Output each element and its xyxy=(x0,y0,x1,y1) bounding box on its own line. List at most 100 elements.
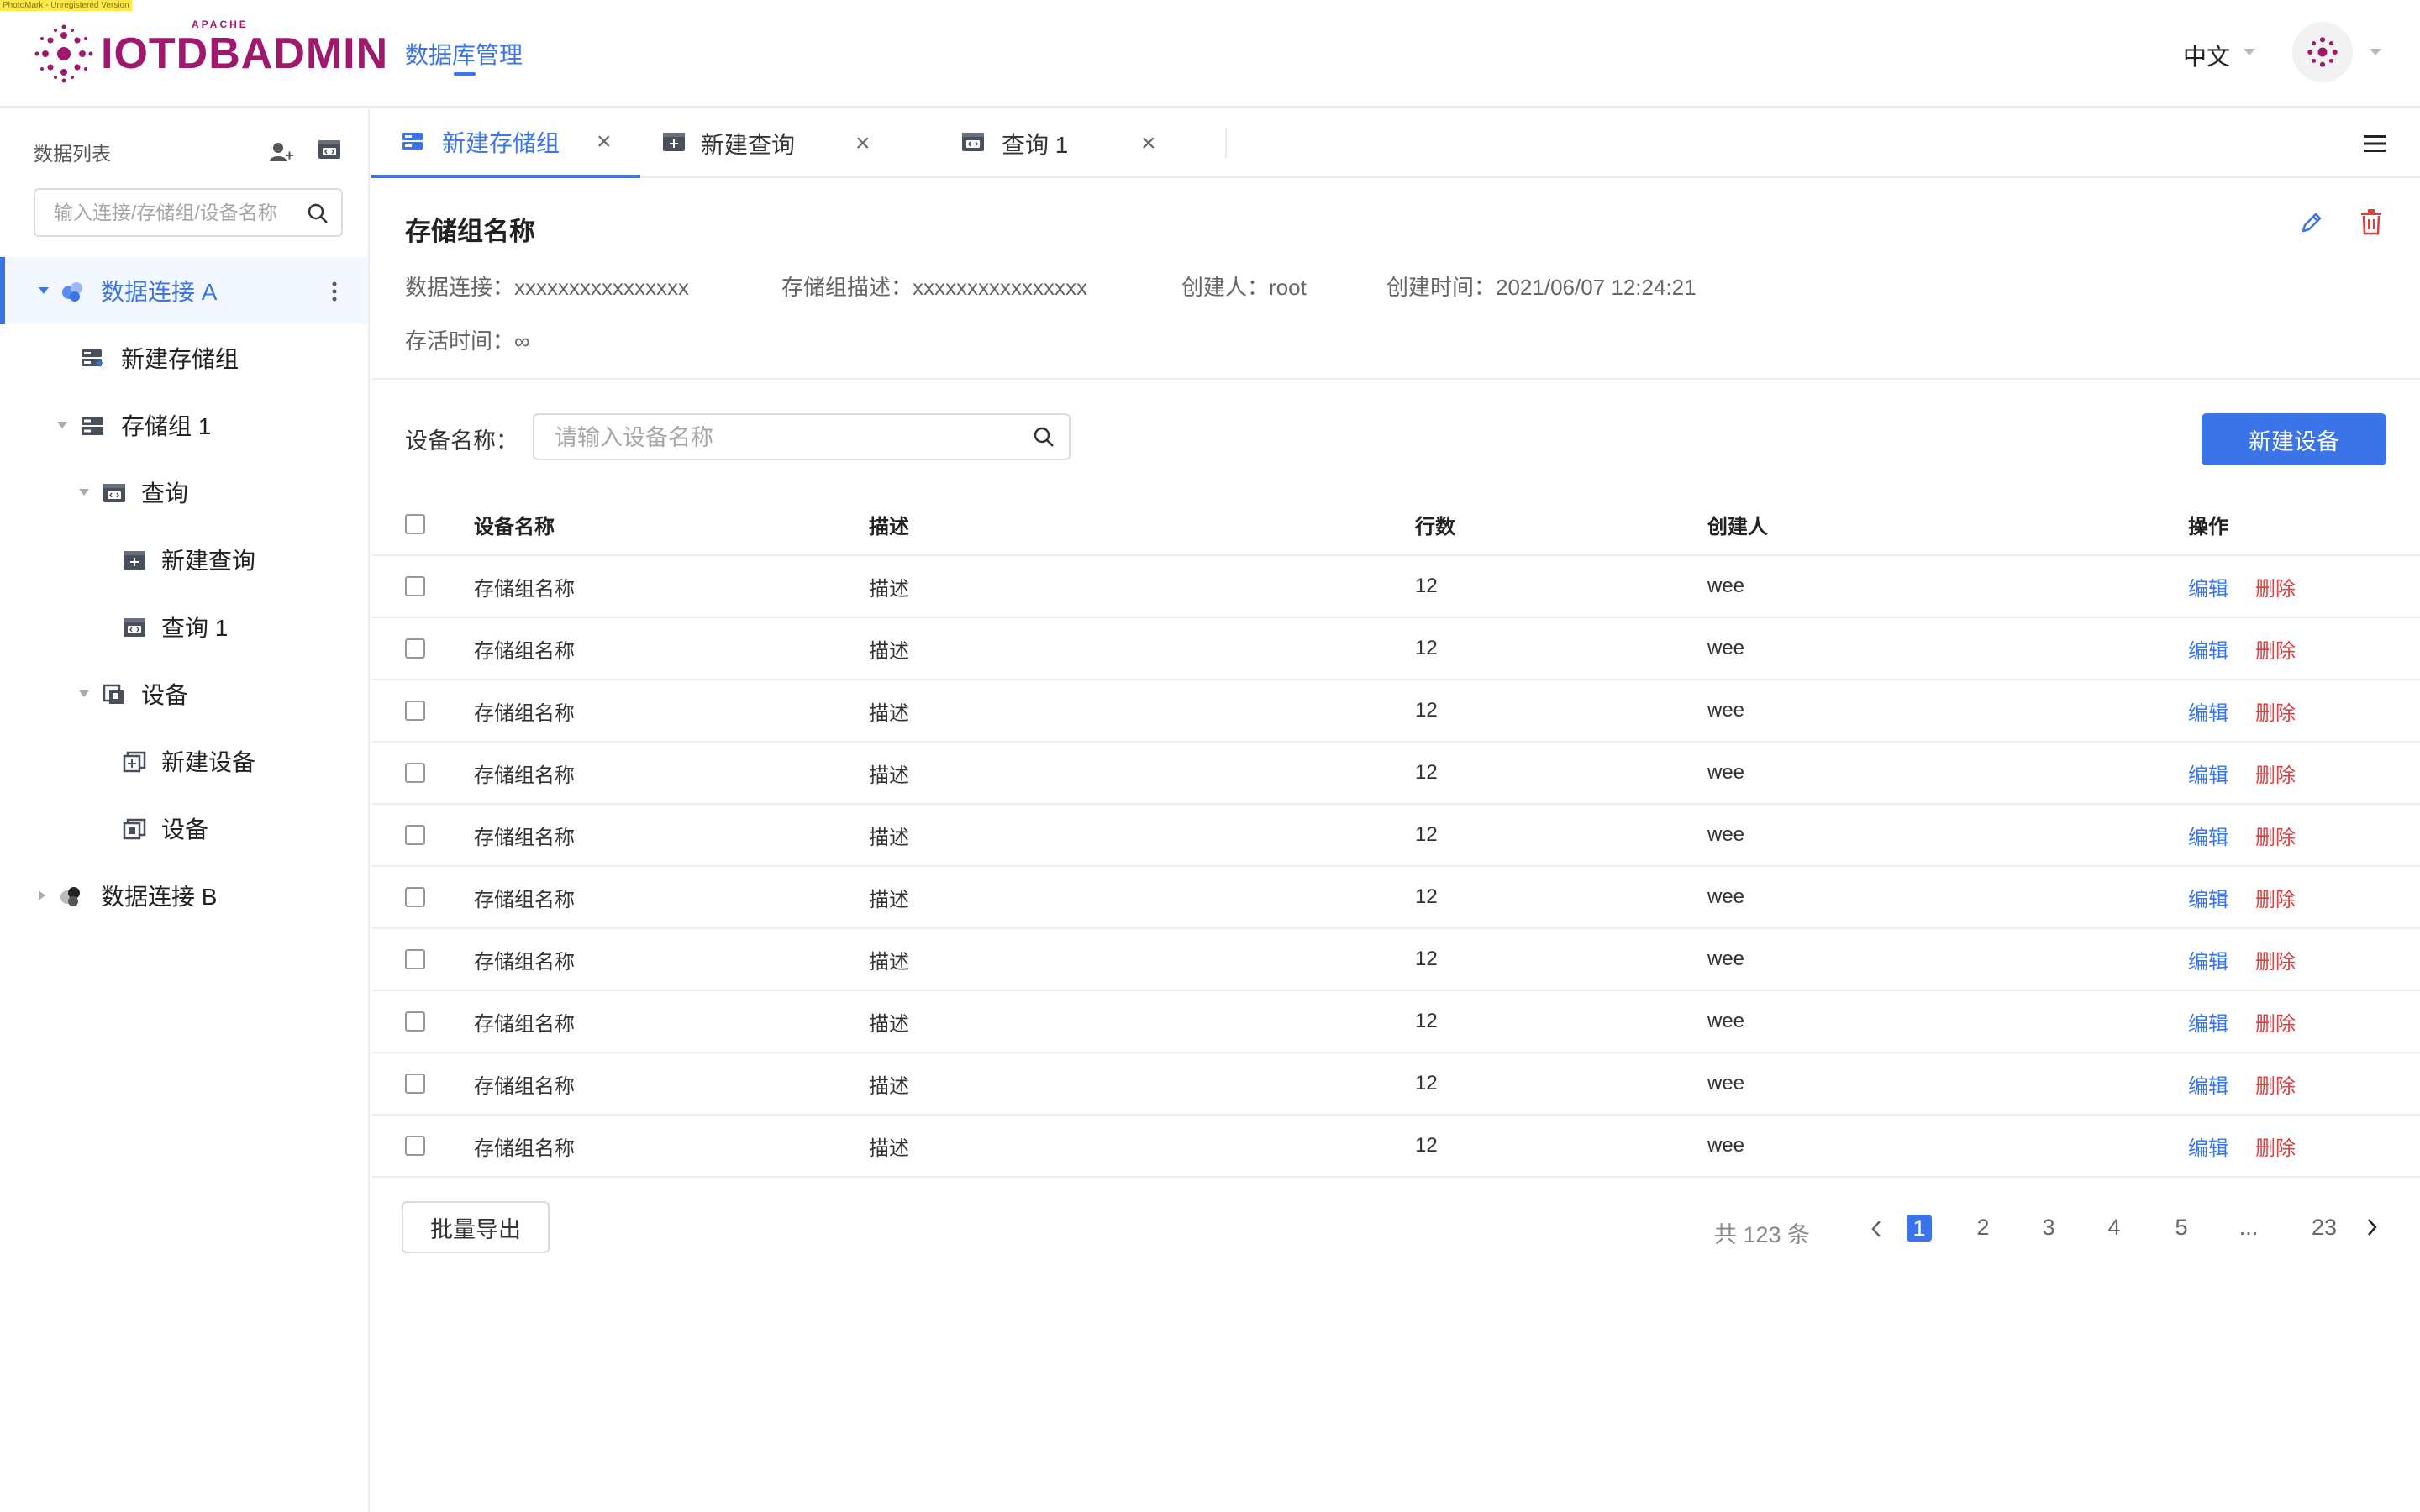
edit-link[interactable]: 编辑 xyxy=(2188,1053,2228,1114)
edit-link[interactable]: 编辑 xyxy=(2188,1116,2228,1176)
row-checkbox[interactable] xyxy=(405,825,425,845)
tab-new-query[interactable]: 新建查询 × xyxy=(640,109,909,178)
new-query-icon xyxy=(124,551,145,570)
tree-item-new-group[interactable]: 新建存储组 xyxy=(0,324,368,391)
device-search-input[interactable] xyxy=(555,425,1025,451)
new-device-button[interactable]: 新建设备 xyxy=(2202,413,2386,465)
page-button[interactable]: 1 xyxy=(1907,1215,1932,1242)
row-checkbox[interactable] xyxy=(405,887,425,907)
page-button[interactable]: 3 xyxy=(2033,1215,2064,1241)
cell-creator: wee xyxy=(1707,1072,1745,1095)
batch-export-button[interactable]: 批量导出 xyxy=(402,1201,550,1253)
sidebar-search-input[interactable] xyxy=(54,202,297,224)
tree-item-new-query[interactable]: 新建查询 xyxy=(0,526,368,593)
select-all-checkbox[interactable] xyxy=(405,514,425,534)
delete-trash-icon[interactable] xyxy=(2360,208,2383,235)
page-button[interactable]: 4 xyxy=(2099,1215,2129,1241)
tree-item-connection-b[interactable]: 数据连接 B xyxy=(0,862,368,929)
user-avatar[interactable] xyxy=(2292,22,2353,82)
chevron-left-icon[interactable] xyxy=(1870,1220,1882,1238)
cell-row-count: 12 xyxy=(1415,948,1438,970)
delete-link[interactable]: 删除 xyxy=(2255,743,2296,803)
tree-item-device-leaf[interactable]: 设备 xyxy=(0,795,368,862)
edit-link[interactable]: 编辑 xyxy=(2188,743,2228,803)
meta-ttl-label: 存活时间： xyxy=(405,328,515,354)
row-checkbox[interactable] xyxy=(405,763,425,783)
table-row: 存储组名称 描述 12 wee 编辑 删除 xyxy=(371,1053,2420,1116)
meta-description: 存储组描述：xxxxxxxxxxxxxxxx xyxy=(781,270,1087,302)
row-checkbox[interactable] xyxy=(405,701,425,721)
edit-link[interactable]: 编辑 xyxy=(2188,929,2228,990)
close-icon[interactable]: × xyxy=(855,131,871,156)
section-divider xyxy=(371,378,2420,380)
language-switcher[interactable]: 中文 xyxy=(2183,39,2230,72)
tree-item-query-1[interactable]: 查询 1 xyxy=(0,593,368,660)
meta-description-value: xxxxxxxxxxxxxxxx xyxy=(913,275,1088,300)
pagination-ellipsis: ... xyxy=(2238,1215,2259,1240)
tree-item-device[interactable]: 设备 xyxy=(0,660,368,727)
page-button[interactable]: 2 xyxy=(1968,1215,1998,1241)
tab-new-storage-group[interactable]: 新建存储组 × xyxy=(371,109,640,178)
row-checkbox[interactable] xyxy=(405,1011,425,1032)
edit-link[interactable]: 编辑 xyxy=(2188,618,2228,679)
edit-link[interactable]: 编辑 xyxy=(2188,556,2228,617)
edit-link[interactable]: 编辑 xyxy=(2188,991,2228,1052)
connection-icon xyxy=(62,282,82,302)
new-query-icon[interactable] xyxy=(316,136,343,163)
page-button[interactable]: 5 xyxy=(2166,1215,2196,1241)
tree-label-query-1: 查询 1 xyxy=(161,615,229,641)
edit-pencil-icon[interactable] xyxy=(2299,210,2324,235)
edit-link[interactable]: 编辑 xyxy=(2188,680,2228,741)
cell-creator: wee xyxy=(1707,823,1745,846)
app-logo[interactable]: APACHE IOTDBADMIN xyxy=(34,18,388,84)
cell-creator: wee xyxy=(1707,637,1745,659)
edit-link[interactable]: 编辑 xyxy=(2188,805,2228,865)
delete-link[interactable]: 删除 xyxy=(2255,680,2296,741)
table-row: 存储组名称 描述 12 wee 编辑 删除 xyxy=(371,618,2420,680)
logo-text: APACHE IOTDBADMIN xyxy=(101,18,388,79)
search-icon[interactable] xyxy=(1032,425,1055,449)
nav-database-management[interactable]: 数据库管理 xyxy=(405,37,523,71)
cell-device-name: 存储组名称 xyxy=(474,1074,575,1098)
caret-down-icon xyxy=(39,287,49,294)
row-checkbox[interactable] xyxy=(405,638,425,659)
meta-creator-label: 创建人： xyxy=(1181,275,1270,300)
delete-link[interactable]: 删除 xyxy=(2255,991,2296,1052)
delete-link[interactable]: 删除 xyxy=(2255,805,2296,865)
close-icon[interactable]: × xyxy=(597,129,612,155)
more-vertical-icon[interactable] xyxy=(331,281,338,302)
cell-creator: wee xyxy=(1707,761,1745,784)
menu-icon[interactable] xyxy=(2363,133,2386,155)
cell-row-count: 12 xyxy=(1415,1010,1438,1032)
edit-link[interactable]: 编辑 xyxy=(2188,867,2228,927)
header-creator: 创建人 xyxy=(1707,515,1768,538)
close-icon[interactable]: × xyxy=(1141,131,1156,156)
tab-query-1[interactable]: 查询 1 × xyxy=(926,109,1212,178)
search-icon[interactable] xyxy=(306,202,329,225)
delete-link[interactable]: 删除 xyxy=(2255,1116,2296,1176)
delete-link[interactable]: 删除 xyxy=(2255,867,2296,927)
meta-connection-value: xxxxxxxxxxxxxxxx xyxy=(514,275,690,300)
row-checkbox[interactable] xyxy=(405,576,425,596)
delete-link[interactable]: 删除 xyxy=(2255,556,2296,617)
tree-item-connection-a[interactable]: 数据连接 A xyxy=(0,257,368,324)
tree-item-group-1[interactable]: 存储组 1 xyxy=(0,391,368,459)
caret-down-icon xyxy=(79,489,89,496)
delete-link[interactable]: 删除 xyxy=(2255,929,2296,990)
chevron-right-icon[interactable] xyxy=(2366,1218,2378,1236)
row-checkbox[interactable] xyxy=(405,949,425,969)
page-button[interactable]: 23 xyxy=(2309,1215,2339,1241)
cell-device-name: 存储组名称 xyxy=(474,764,575,787)
tree-item-query[interactable]: 查询 xyxy=(0,459,368,526)
tab-label: 新建查询 xyxy=(701,132,796,158)
tree-label-device: 设备 xyxy=(141,682,189,708)
tree-item-new-device[interactable]: 新建设备 xyxy=(0,727,368,795)
meta-creator: 创建人：root xyxy=(1181,270,1307,302)
row-checkbox[interactable] xyxy=(405,1136,425,1156)
row-checkbox[interactable] xyxy=(405,1074,425,1094)
add-connection-icon[interactable] xyxy=(267,138,294,165)
delete-link[interactable]: 删除 xyxy=(2255,618,2296,679)
sidebar-search[interactable] xyxy=(34,188,343,237)
device-search[interactable] xyxy=(533,413,1071,460)
delete-link[interactable]: 删除 xyxy=(2255,1053,2296,1114)
